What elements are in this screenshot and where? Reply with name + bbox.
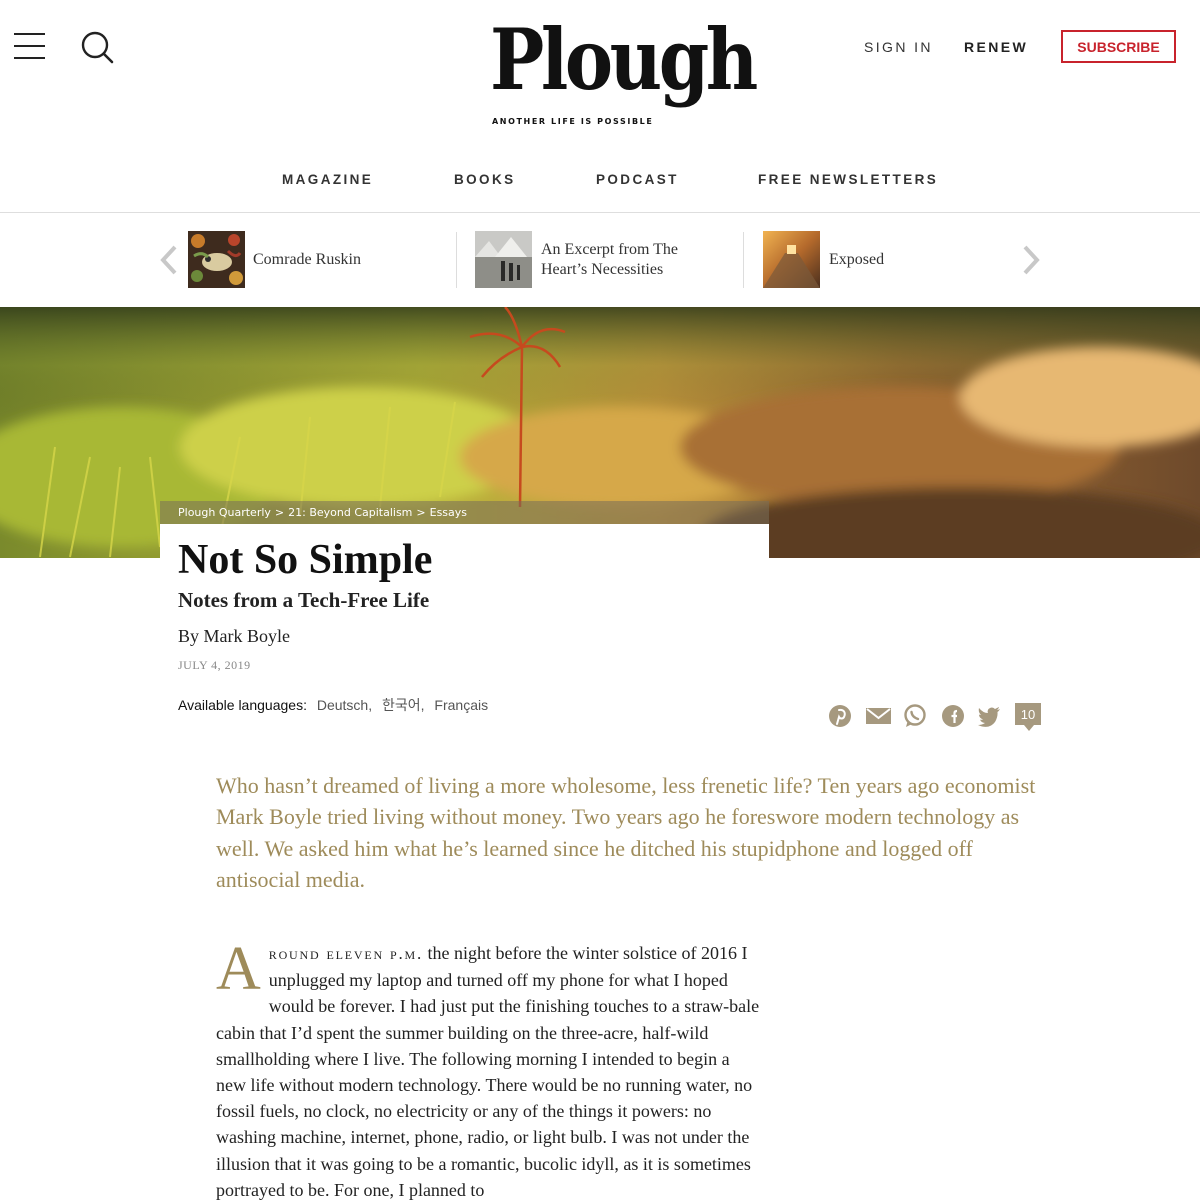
sign-in-link[interactable]: SIGN IN	[864, 39, 933, 55]
related-item[interactable]: Comrade Ruskin	[188, 231, 438, 288]
breadcrumb-item[interactable]: 21: Beyond Capitalism	[288, 506, 412, 519]
article-dek: Who hasn’t dreamed of living a more whol…	[216, 773, 1036, 892]
related-thumbnail	[475, 231, 532, 288]
drop-cap: A	[216, 935, 261, 1003]
breadcrumb-separator: >	[416, 506, 426, 519]
related-divider	[743, 232, 744, 288]
nav-books[interactable]: BOOKS	[454, 172, 516, 187]
search-icon[interactable]	[80, 30, 114, 64]
facebook-icon[interactable]	[941, 704, 965, 728]
main-nav: MAGAZINE BOOKS PODCAST FREE NEWSLETTERS	[0, 172, 1200, 192]
email-icon[interactable]	[866, 704, 891, 728]
site-logo[interactable]: Plough ANOTHER LIFE IS POSSIBLE	[490, 13, 758, 132]
breadcrumb: Plough Quarterly >21: Beyond Capitalism > E…	[178, 506, 467, 519]
article-subtitle: Notes from a Tech-Free Life	[178, 588, 430, 612]
language-link-french[interactable]: Français	[434, 697, 488, 713]
breadcrumb-separator: >	[274, 506, 285, 519]
logo-wordmark: Plough	[490, 10, 758, 109]
languages-label: Available languages:	[178, 697, 307, 713]
body-paragraph: the night before the winter solstice of …	[216, 943, 760, 1200]
chevron-left-icon[interactable]	[158, 243, 180, 277]
renew-link[interactable]: RENEW	[964, 39, 1028, 55]
hamburger-menu-icon[interactable]	[14, 33, 45, 60]
nav-free-newsletters[interactable]: FREE NEWSLETTERS	[758, 172, 938, 187]
related-thumbnail	[188, 231, 245, 288]
comment-count-badge[interactable]: 10	[1015, 703, 1041, 731]
author-link[interactable]: Mark Boyle	[204, 626, 290, 646]
article-body: Around eleven p.m. the night before the …	[216, 935, 761, 1200]
pinterest-icon[interactable]	[828, 704, 852, 728]
related-divider	[456, 232, 457, 288]
lead-in-smallcaps: round eleven p.m.	[268, 944, 424, 963]
nav-magazine[interactable]: MAGAZINE	[282, 172, 373, 187]
related-title: An Excerpt from The Heart’s Necessities	[541, 240, 678, 278]
whatsapp-icon[interactable]	[903, 704, 927, 728]
breadcrumb-item[interactable]: Plough Quarterly	[178, 506, 271, 519]
chevron-right-icon[interactable]	[1020, 243, 1042, 277]
nav-divider	[0, 212, 1200, 213]
related-item[interactable]: An Excerpt from The Heart’s Necessities	[475, 231, 725, 288]
article-title: Not So Simple	[178, 537, 433, 583]
related-item[interactable]: Exposed	[763, 231, 963, 288]
nav-podcast[interactable]: PODCAST	[596, 172, 679, 187]
twitter-icon[interactable]	[977, 704, 1001, 728]
available-languages: Available languages: Deutsch, 한국어, Franç…	[178, 697, 489, 713]
language-link-deutsch[interactable]: Deutsch	[317, 697, 368, 713]
publish-date: JULY 4, 2019	[178, 658, 251, 672]
breadcrumb-item[interactable]: Essays	[430, 506, 467, 519]
subscribe-button[interactable]: SUBSCRIBE	[1061, 30, 1176, 63]
byline: By Mark Boyle	[178, 626, 290, 647]
related-thumbnail	[763, 231, 820, 288]
byline-prefix: By	[178, 626, 200, 646]
language-link-korean[interactable]: 한국어	[382, 697, 421, 713]
related-title: Comrade Ruskin	[253, 250, 361, 268]
related-title: Exposed	[829, 250, 885, 268]
logo-tagline: ANOTHER LIFE IS POSSIBLE	[492, 117, 654, 126]
